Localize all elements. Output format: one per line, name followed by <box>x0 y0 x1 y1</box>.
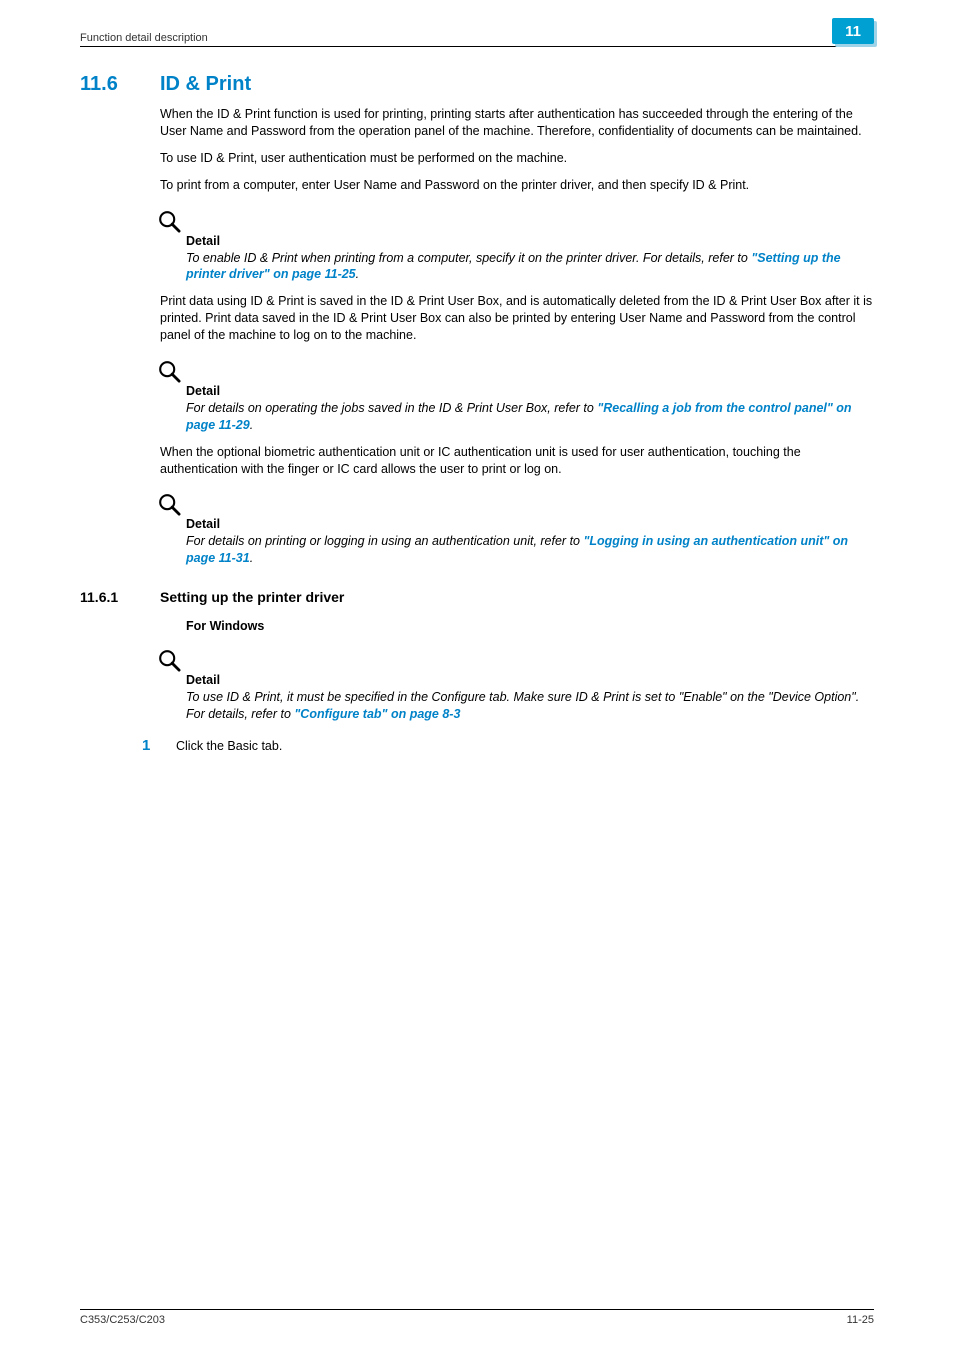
page-reference-link[interactable]: "Configure tab" on page 8-3 <box>294 707 460 721</box>
chapter-badge: 11 <box>832 18 874 44</box>
page-footer: C353/C253/C203 11-25 <box>80 1309 874 1326</box>
detail-text-before: For details on operating the jobs saved … <box>186 401 597 415</box>
detail-label: Detail <box>186 673 874 687</box>
paragraph: When the ID & Print function is used for… <box>160 106 874 140</box>
section-heading: 11.6 ID & Print <box>80 73 874 96</box>
detail-text-before: To use ID & Print, it must be specified … <box>186 690 859 721</box>
footer-right: 11-25 <box>847 1314 874 1326</box>
detail-text: For details on printing or logging in us… <box>186 533 874 567</box>
subsection-heading: 11.6.1 Setting up the printer driver <box>80 589 874 605</box>
step-text: Click the Basic tab. <box>176 739 282 753</box>
magnifier-icon <box>156 208 184 236</box>
subsection-number: 11.6.1 <box>80 589 132 605</box>
footer-left: C353/C253/C203 <box>80 1314 165 1326</box>
paragraph: Print data using ID & Print is saved in … <box>160 293 874 344</box>
detail-text-after: . <box>356 267 359 281</box>
page-header: Function detail description 11 <box>80 0 874 47</box>
magnifier-icon <box>156 358 184 386</box>
detail-label: Detail <box>186 517 874 531</box>
section-title: ID & Print <box>160 73 251 96</box>
detail-text-after: . <box>250 551 253 565</box>
paragraph: To print from a computer, enter User Nam… <box>160 177 874 194</box>
section-number: 11.6 <box>80 73 132 96</box>
detail-text: To use ID & Print, it must be specified … <box>186 689 874 723</box>
subsection-title: Setting up the printer driver <box>160 589 344 605</box>
chapter-number: 11 <box>832 18 874 44</box>
detail-text-before: To enable ID & Print when printing from … <box>186 251 751 265</box>
step-number: 1 <box>142 737 158 754</box>
sub-heading: For Windows <box>186 619 874 633</box>
magnifier-icon <box>156 491 184 519</box>
breadcrumb: Function detail description <box>80 32 208 44</box>
detail-text: To enable ID & Print when printing from … <box>186 250 874 284</box>
detail-label: Detail <box>186 234 874 248</box>
paragraph: To use ID & Print, user authentication m… <box>160 150 874 167</box>
magnifier-icon <box>156 647 184 675</box>
detail-text: For details on operating the jobs saved … <box>186 400 874 434</box>
detail-text-after: . <box>250 418 253 432</box>
detail-label: Detail <box>186 384 874 398</box>
detail-text-before: For details on printing or logging in us… <box>186 534 583 548</box>
step-row: 1 Click the Basic tab. <box>142 737 874 754</box>
paragraph: When the optional biometric authenticati… <box>160 444 874 478</box>
